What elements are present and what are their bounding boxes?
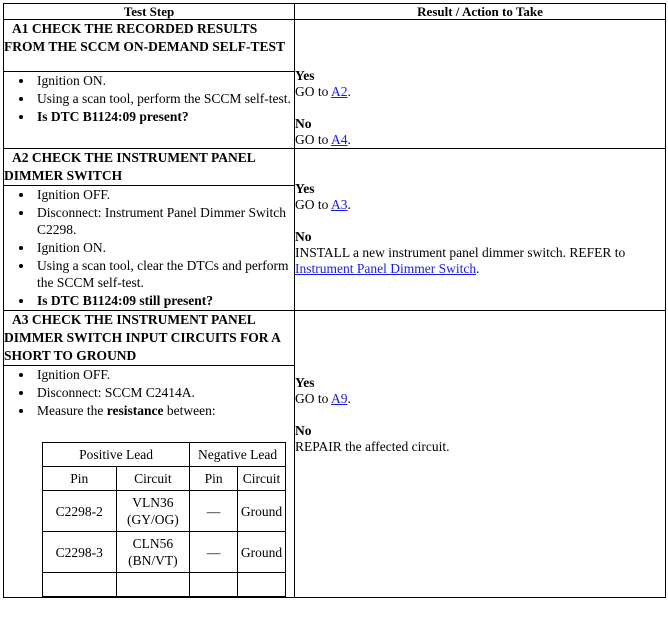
result-yes-prefix-a1: GO to xyxy=(295,84,329,99)
list-item: Disconnect: Instrument Panel Dimmer Swit… xyxy=(34,204,294,238)
result-mid-gap-a3 xyxy=(295,407,665,423)
result-yes-action-a2: GO to A3. xyxy=(295,197,665,213)
cell-positive-pin: C2298-2 xyxy=(42,490,117,532)
diagnostic-procedure-page: Test Step Result / Action to Take A1 CHE… xyxy=(0,0,668,598)
result-mid-gap-a2 xyxy=(295,213,665,229)
column-header-result-action: Result / Action to Take xyxy=(294,3,666,20)
cell-negative-pin: — xyxy=(189,490,239,532)
section-a3-title-row: A3 CHECK THE INSTRUMENT PANEL DIMMER SWI… xyxy=(3,310,666,598)
result-top-spacer2-a3 xyxy=(295,327,665,343)
result-no-suffix-a2: . xyxy=(476,261,480,276)
list-item: Disconnect: SCCM C2414A. xyxy=(34,384,294,401)
cell-positive-circuit: CLN56 (BN/VT) xyxy=(115,531,191,573)
result-yes-label-a3: Yes xyxy=(295,375,315,390)
result-no-link-a2[interactable]: Instrument Panel Dimmer Switch xyxy=(295,261,476,276)
cell-positive-circuit: VLN36 (GY/OG) xyxy=(115,490,191,532)
result-no-label-a2: No xyxy=(295,229,312,244)
result-yes-action-a3: GO to A9. xyxy=(295,391,665,407)
cell-negative-circuit-partial xyxy=(237,572,286,597)
result-yes-suffix-a2: . xyxy=(347,197,351,212)
result-yes-prefix-a3: GO to xyxy=(295,391,329,406)
result-no-label-a3: No xyxy=(295,423,312,438)
list-item: Measure the resistance between: xyxy=(34,402,294,419)
step-body-a1: Ignition ON. Using a scan tool, perform … xyxy=(3,70,295,150)
result-top-spacer-a2 xyxy=(295,149,665,165)
cell-positive-pin-partial xyxy=(42,572,117,597)
result-no-prefix-a1: GO to xyxy=(295,132,329,147)
measurement-group-header-row: Positive Lead Negative Lead xyxy=(41,442,286,467)
result-yes-link-a1[interactable]: A2 xyxy=(331,84,348,99)
cell-positive-circuit-partial xyxy=(115,572,191,597)
result-yes-label-a2: Yes xyxy=(295,181,315,196)
column-header-test-step: Test Step xyxy=(3,3,295,20)
sub-header-positive-circuit: Circuit xyxy=(115,466,191,491)
step-title-a2: A2 CHECK THE INSTRUMENT PANEL DIMMER SWI… xyxy=(3,148,295,186)
cell-negative-pin-partial xyxy=(189,572,239,597)
result-cell-a3: Yes GO to A9. No REPAIR the affected cir… xyxy=(294,310,666,598)
result-mid-gap-a1 xyxy=(295,100,665,116)
measure-prefix: Measure the xyxy=(37,403,107,418)
sub-header-negative-circuit: Circuit xyxy=(237,466,286,491)
step-title-a1: A1 CHECK THE RECORDED RESULTS FROM THE S… xyxy=(3,19,295,72)
result-top-spacer3-a3 xyxy=(295,343,665,359)
group-header-positive-lead: Positive Lead xyxy=(41,442,191,467)
table-row: C2298-2 VLN36 (GY/OG) — Ground xyxy=(42,490,286,532)
list-item: Ignition OFF. xyxy=(34,366,294,383)
result-top-spacer4-a3 xyxy=(295,359,665,375)
section-a2-title-row: A2 CHECK THE INSTRUMENT PANEL DIMMER SWI… xyxy=(3,148,666,311)
section-a1-title-row: A1 CHECK THE RECORDED RESULTS FROM THE S… xyxy=(3,19,666,149)
result-top-spacer-a1 xyxy=(295,20,665,36)
result-no-prefix-a3: REPAIR the affected circuit. xyxy=(295,439,450,454)
result-yes-link-a3[interactable]: A9 xyxy=(331,391,348,406)
result-yes-suffix-a1: . xyxy=(347,84,351,99)
list-item: Ignition ON. xyxy=(34,72,294,89)
result-no-action-a3: REPAIR the affected circuit. xyxy=(295,439,665,455)
list-item: Using a scan tool, clear the DTCs and pe… xyxy=(34,257,294,291)
result-yes-link-a2[interactable]: A3 xyxy=(331,197,348,212)
step-title-a3: A3 CHECK THE INSTRUMENT PANEL DIMMER SWI… xyxy=(3,310,295,366)
result-no-action-a2: INSTALL a new instrument panel dimmer sw… xyxy=(295,245,665,277)
cell-negative-circuit: Ground xyxy=(237,490,286,532)
table-header-row: Test Step Result / Action to Take xyxy=(3,3,666,20)
step-list-a2: Ignition OFF. Disconnect: Instrument Pan… xyxy=(4,186,294,309)
table-row-partial xyxy=(42,572,286,597)
result-no-action-a1: GO to A4. xyxy=(295,132,665,148)
sub-header-positive-pin: Pin xyxy=(42,466,117,491)
result-top-spacer-a3 xyxy=(295,311,665,327)
sub-header-negative-pin: Pin xyxy=(189,466,239,491)
list-item: Using a scan tool, perform the SCCM self… xyxy=(34,90,294,107)
measure-suffix: between: xyxy=(163,403,216,418)
result-yes-action-a1: GO to A2. xyxy=(295,84,665,100)
result-top-spacer2-a1 xyxy=(295,36,665,52)
result-no-label-a1: No xyxy=(295,116,312,131)
step-body-a2: Ignition OFF. Disconnect: Instrument Pan… xyxy=(3,185,295,311)
result-top-spacer3-a1 xyxy=(295,52,665,68)
table-row: C2298-3 CLN56 (BN/VT) — Ground xyxy=(42,531,286,573)
group-header-negative-lead: Negative Lead xyxy=(189,442,286,467)
result-no-prefix-a2: INSTALL a new instrument panel dimmer sw… xyxy=(295,245,626,260)
measurement-sub-header-row: Pin Circuit Pin Circuit xyxy=(42,466,286,491)
result-cell-a1: Yes GO to A2. No GO to A4. xyxy=(294,19,666,149)
result-yes-suffix-a3: . xyxy=(347,391,351,406)
step-list-a3: Ignition OFF. Disconnect: SCCM C2414A. M… xyxy=(4,366,294,419)
step-list-a1: Ignition ON. Using a scan tool, perform … xyxy=(4,72,294,125)
list-item: Ignition ON. xyxy=(34,239,294,256)
result-yes-label-a1: Yes xyxy=(295,68,315,83)
measure-emphasis: resistance xyxy=(106,403,164,418)
list-item: Is DTC B1124:09 still present? xyxy=(34,292,294,309)
measurement-table: Positive Lead Negative Lead Pin Circuit … xyxy=(41,442,286,597)
cell-negative-circuit: Ground xyxy=(237,531,286,573)
list-item: Is DTC B1124:09 present? xyxy=(34,108,294,125)
list-item: Ignition OFF. xyxy=(34,186,294,203)
cell-negative-pin: — xyxy=(189,531,239,573)
diagnostic-table: Test Step Result / Action to Take A1 CHE… xyxy=(3,3,666,598)
cell-positive-pin: C2298-3 xyxy=(42,531,117,573)
result-top-spacer2-a2 xyxy=(295,165,665,181)
result-cell-a2: Yes GO to A3. No INSTALL a new instrumen… xyxy=(294,148,666,311)
result-no-suffix-a1: . xyxy=(347,132,351,147)
result-yes-prefix-a2: GO to xyxy=(295,197,329,212)
measurement-table-wrapper: Positive Lead Negative Lead Pin Circuit … xyxy=(4,420,294,597)
step-body-a3: Ignition OFF. Disconnect: SCCM C2414A. M… xyxy=(3,365,295,598)
result-no-link-a1[interactable]: A4 xyxy=(331,132,348,147)
